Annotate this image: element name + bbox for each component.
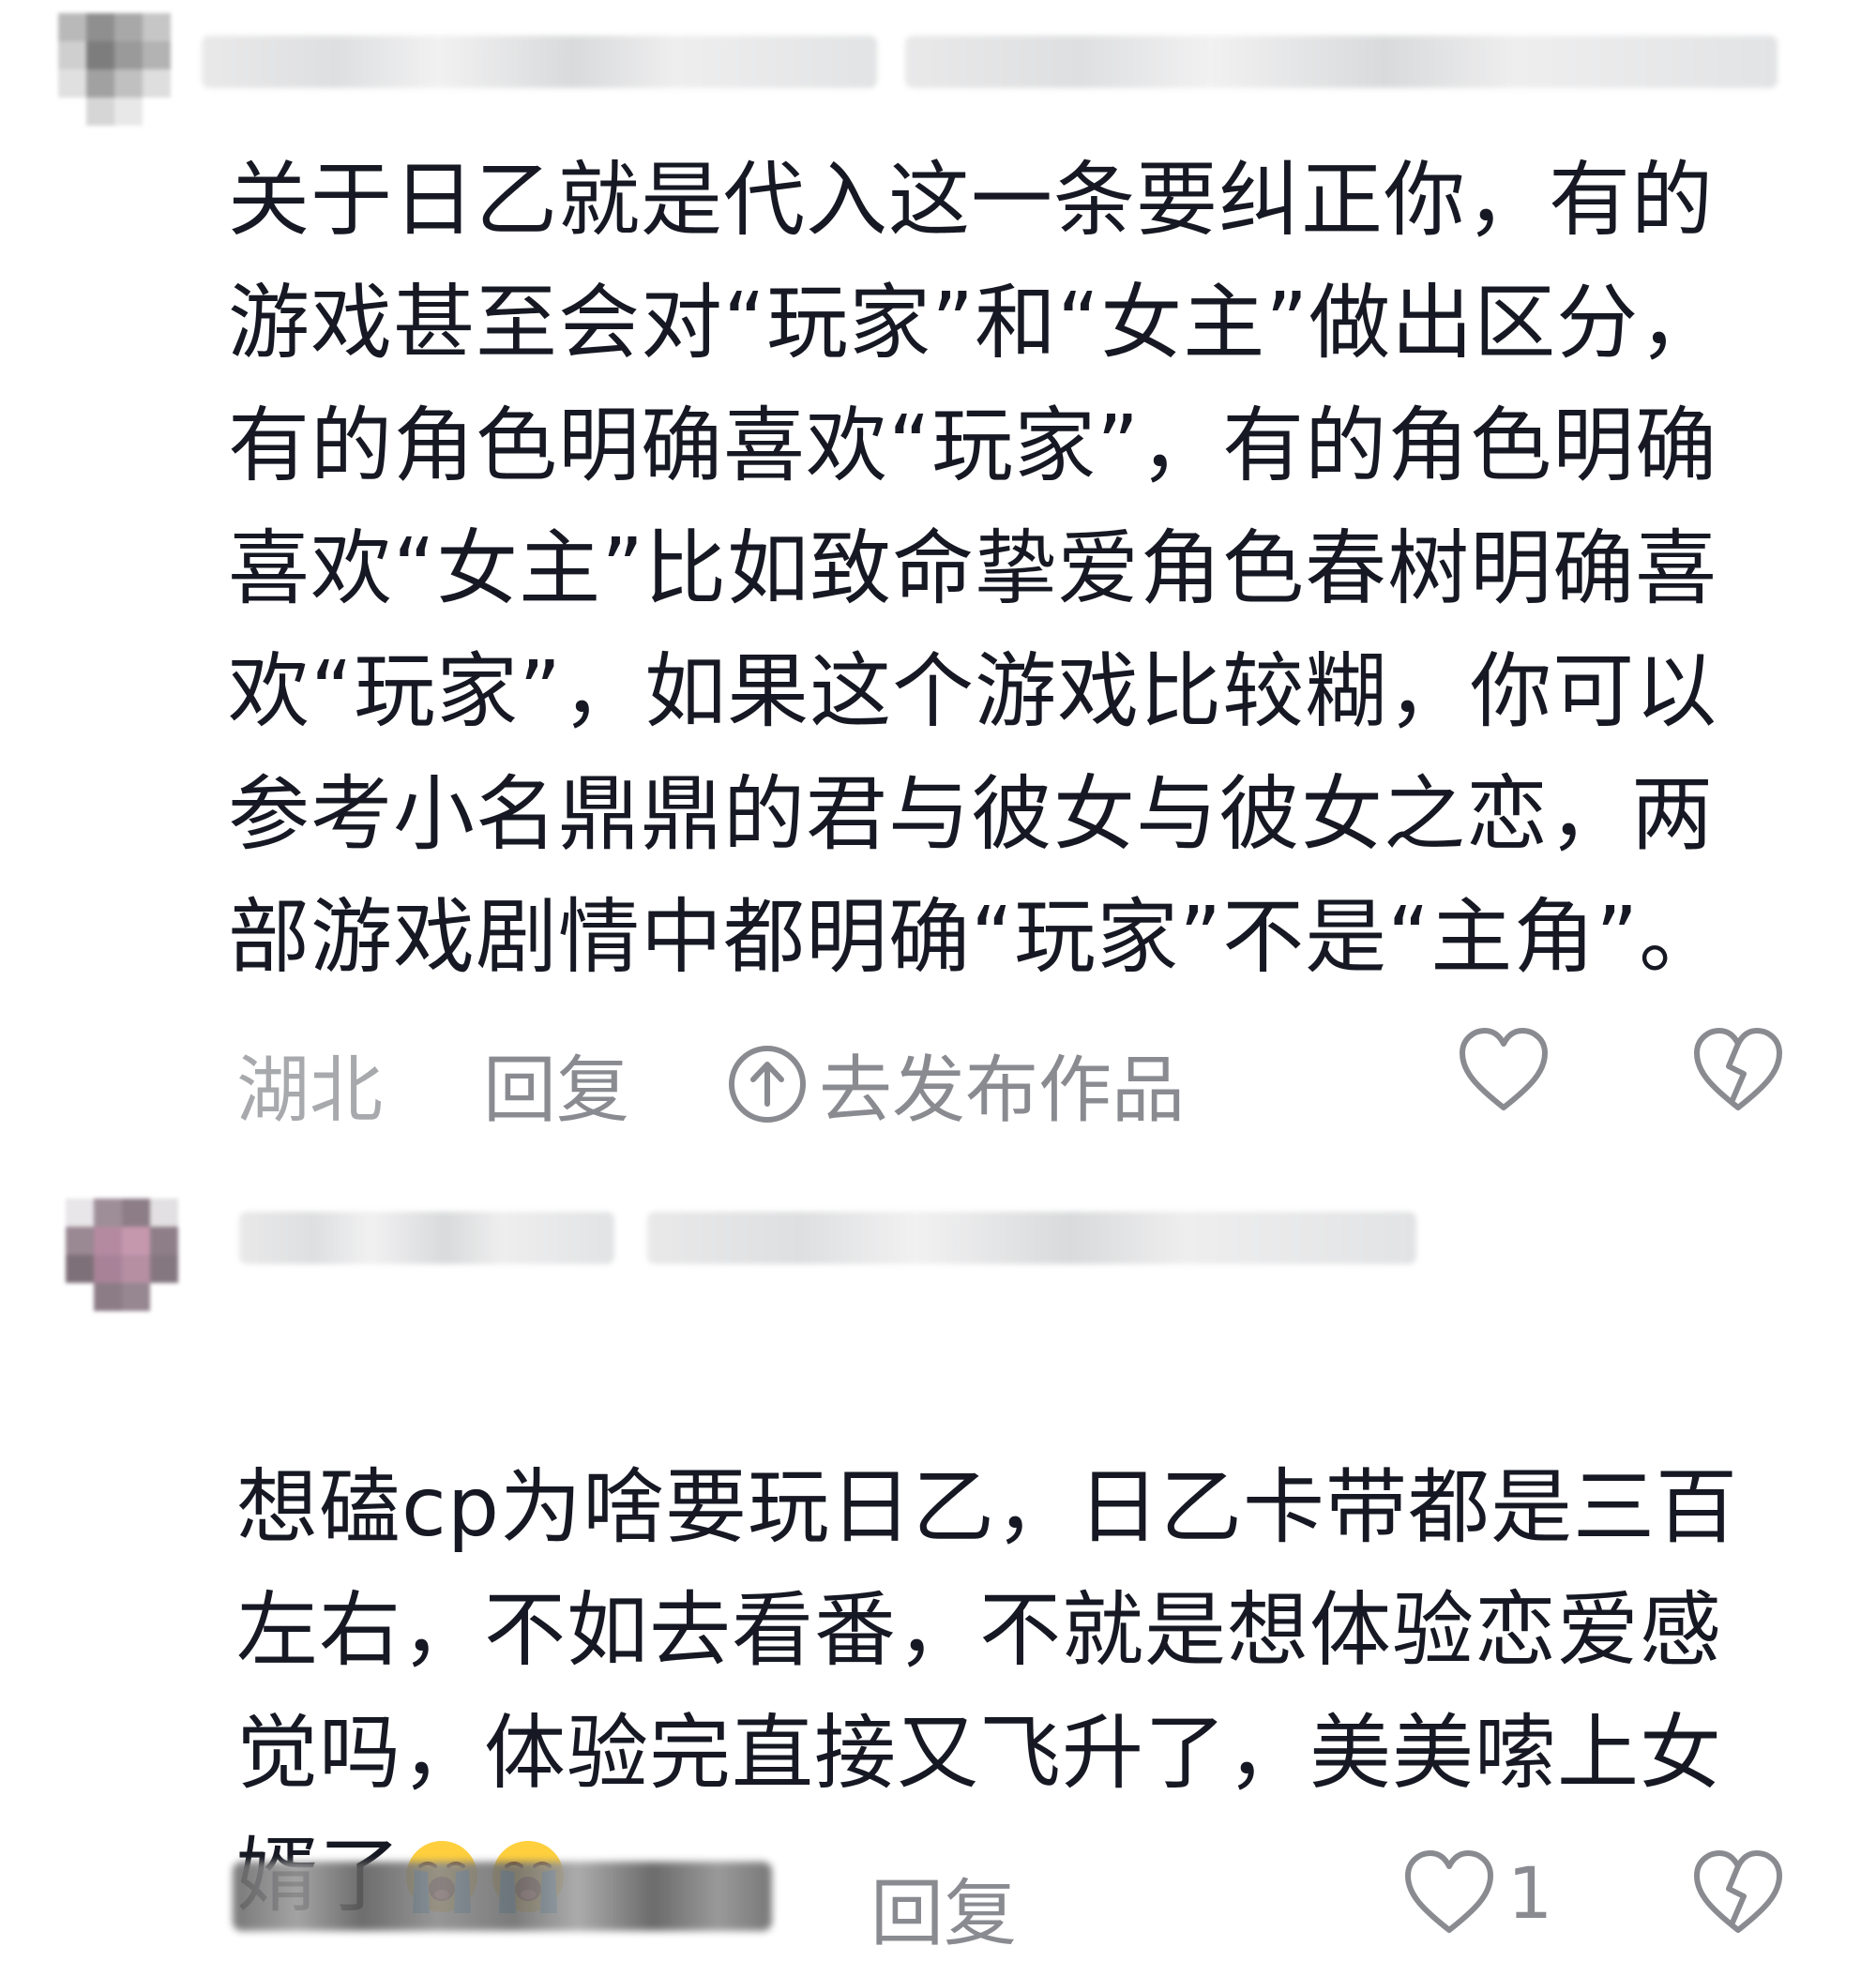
heart-outline-icon xyxy=(1405,1850,1493,1933)
user-avatar[interactable] xyxy=(58,13,171,126)
username-redacted xyxy=(239,1212,614,1264)
reply-label: 回复 xyxy=(483,1048,630,1133)
heart-outline-icon[interactable] xyxy=(1457,1025,1551,1115)
location-label: 湖北 xyxy=(236,1048,384,1133)
like-button[interactable]: 1 xyxy=(1402,1848,1552,1938)
username-redacted xyxy=(202,36,877,88)
comment-thread: 关于日乙就是代入这一条要纠正你，有的 游戏甚至会对“玩家”和“女主”做出区分， … xyxy=(0,0,1876,1961)
user-info-redacted xyxy=(647,1212,1416,1264)
reply-label: 回复 xyxy=(870,1872,1018,1956)
publish-work-button[interactable]: 去发布作品 xyxy=(727,1032,1185,1137)
like-count: 1 xyxy=(1507,1850,1553,1935)
comment-text: 想磕cp为啥要玩日乙，日乙卡带都是三百 左右，不如去看番，不就是想体验恋爱感 觉… xyxy=(236,1323,1831,1938)
comment-location: 湖北 xyxy=(236,1032,383,1137)
arrow-up-circle-icon xyxy=(729,1046,806,1123)
reply-button[interactable]: 回复 xyxy=(870,1855,1017,1960)
broken-heart-icon[interactable] xyxy=(1691,1848,1785,1938)
broken-heart-icon[interactable] xyxy=(1691,1025,1785,1115)
comment-text: 关于日乙就是代入这一条要纠正你，有的 游戏甚至会对“玩家”和“女主”做出区分， … xyxy=(228,152,1722,985)
timestamp-location-redacted xyxy=(233,1862,772,1931)
user-avatar[interactable] xyxy=(66,1199,178,1311)
user-info-redacted xyxy=(905,36,1778,88)
publish-work-label: 去发布作品 xyxy=(819,1048,1186,1133)
reply-button[interactable]: 回复 xyxy=(483,1032,629,1137)
